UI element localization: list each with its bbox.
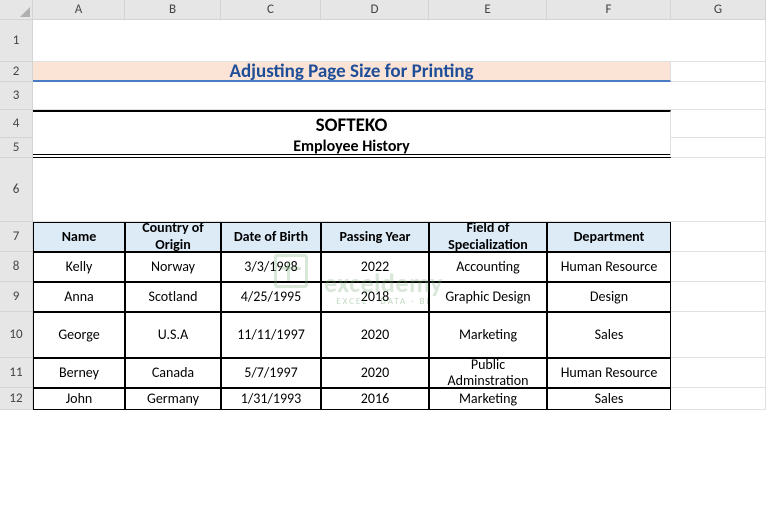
cell-H5[interactable]	[671, 138, 766, 158]
select-all-corner[interactable]	[0, 0, 33, 20]
table-row[interactable]: 5/7/1997	[221, 358, 321, 388]
row-header-2[interactable]: 2	[0, 62, 33, 82]
col-header-G[interactable]: G	[671, 0, 766, 20]
table-row[interactable]: Norway	[125, 252, 221, 282]
cell-row1[interactable]	[33, 20, 766, 62]
row-header-12[interactable]: 12	[0, 388, 33, 410]
th-passyear[interactable]: Passing Year	[321, 222, 429, 252]
table-row[interactable]: 2016	[321, 388, 429, 410]
th-dept[interactable]: Department	[547, 222, 671, 252]
table-row[interactable]: 2018	[321, 282, 429, 312]
row-header-9[interactable]: 9	[0, 282, 33, 312]
th-dob[interactable]: Date of Birth	[221, 222, 321, 252]
th-name[interactable]: Name	[33, 222, 125, 252]
cell-H4[interactable]	[671, 110, 766, 138]
table-row[interactable]: George	[33, 312, 125, 358]
cell-row6[interactable]	[33, 158, 766, 222]
table-row[interactable]: 4/25/1995	[221, 282, 321, 312]
table-row[interactable]: 11/11/1997	[221, 312, 321, 358]
table-row[interactable]: 1/31/1993	[221, 388, 321, 410]
cell-H12[interactable]	[671, 388, 766, 410]
table-row[interactable]: Anna	[33, 282, 125, 312]
row-header-3[interactable]: 3	[0, 82, 33, 110]
cell-H7[interactable]	[671, 222, 766, 252]
cell-H11[interactable]	[671, 358, 766, 388]
col-header-B[interactable]: B	[125, 0, 221, 20]
table-row[interactable]: 2020	[321, 312, 429, 358]
table-row[interactable]: 3/3/1998	[221, 252, 321, 282]
cell-H10[interactable]	[671, 312, 766, 358]
spreadsheet-grid: A B C D E F G 1 2 Adjusting Page Size fo…	[0, 0, 767, 410]
table-row[interactable]: Public Adminstration	[429, 358, 547, 388]
table-row[interactable]: U.S.A	[125, 312, 221, 358]
col-header-E[interactable]: E	[429, 0, 547, 20]
table-row[interactable]: Kelly	[33, 252, 125, 282]
page-title[interactable]: Adjusting Page Size for Printing	[33, 62, 671, 82]
table-row[interactable]: Marketing	[429, 388, 547, 410]
col-header-F[interactable]: F	[547, 0, 671, 20]
table-row[interactable]: Marketing	[429, 312, 547, 358]
table-row[interactable]: Human Resource	[547, 252, 671, 282]
table-row[interactable]: John	[33, 388, 125, 410]
row-header-5[interactable]: 5	[0, 138, 33, 158]
table-row[interactable]: Human Resource	[547, 358, 671, 388]
col-header-D[interactable]: D	[321, 0, 429, 20]
cell-H9[interactable]	[671, 282, 766, 312]
col-header-A[interactable]: A	[33, 0, 125, 20]
row-header-8[interactable]: 8	[0, 252, 33, 282]
subtitle[interactable]: Employee History	[33, 138, 671, 158]
cell-H2[interactable]	[671, 62, 766, 82]
table-row[interactable]: 2020	[321, 358, 429, 388]
company-name[interactable]: SOFTEKO	[33, 110, 671, 138]
table-row[interactable]: 2022	[321, 252, 429, 282]
table-row[interactable]: Accounting	[429, 252, 547, 282]
table-row[interactable]: Graphic Design	[429, 282, 547, 312]
table-row[interactable]: Scotland	[125, 282, 221, 312]
cell-row3[interactable]	[33, 82, 766, 110]
row-header-6[interactable]: 6	[0, 158, 33, 222]
cell-H8[interactable]	[671, 252, 766, 282]
th-field[interactable]: Field of Specialization	[429, 222, 547, 252]
row-header-4[interactable]: 4	[0, 110, 33, 138]
table-row[interactable]: Sales	[547, 388, 671, 410]
th-country[interactable]: Country of Origin	[125, 222, 221, 252]
table-row[interactable]: Design	[547, 282, 671, 312]
col-header-C[interactable]: C	[221, 0, 321, 20]
row-header-1[interactable]: 1	[0, 20, 33, 62]
row-header-11[interactable]: 11	[0, 358, 33, 388]
row-header-7[interactable]: 7	[0, 222, 33, 252]
table-row[interactable]: Berney	[33, 358, 125, 388]
table-row[interactable]: Germany	[125, 388, 221, 410]
table-row[interactable]: Sales	[547, 312, 671, 358]
row-header-10[interactable]: 10	[0, 312, 33, 358]
table-row[interactable]: Canada	[125, 358, 221, 388]
